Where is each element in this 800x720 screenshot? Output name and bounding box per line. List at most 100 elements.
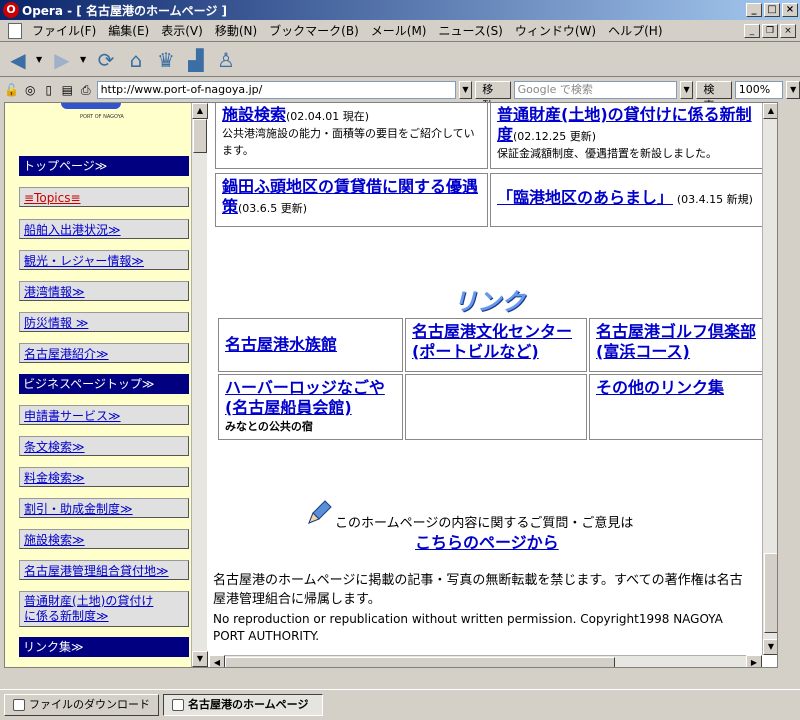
person-icon[interactable]: ♙ <box>214 48 238 72</box>
news-cell-nabeta: 鍋田ふ頭地区の賃貸借に関する優遇策(03.6.5 更新) <box>215 173 488 227</box>
rinko-area-link[interactable]: 「臨港地区のあらまし」 <box>497 188 673 207</box>
menu-navigate[interactable]: 移動(N) <box>209 21 263 41</box>
mdi-minimize-button[interactable]: _ <box>744 23 760 38</box>
nav-ship-status[interactable]: 船舶入出港状況≫ <box>19 219 189 239</box>
nav-port-intro[interactable]: 名古屋港紹介≫ <box>19 343 189 363</box>
nav-fee-search[interactable]: 料金検索≫ <box>19 467 189 487</box>
reload-icon[interactable]: ⟳ <box>94 48 118 72</box>
menu-mail[interactable]: メール(M) <box>365 21 433 41</box>
left-scrollbar[interactable]: ▲ ▼ <box>191 103 208 667</box>
menu-view[interactable]: 表示(V) <box>155 21 209 41</box>
lock-icon[interactable]: 🔓 <box>4 82 20 98</box>
page-tab-bar: ファイルのダウンロード 名古屋港のホームページ <box>0 689 800 720</box>
aquarium-link[interactable]: 名古屋港水族館 <box>225 335 337 354</box>
links-heading: リンク集 <box>453 288 525 351</box>
menu-bar: ファイル(F) 編集(E) 表示(V) 移動(N) ブックマーク(B) メール(… <box>0 20 800 42</box>
right-scrollbar[interactable]: ▲ ▼ <box>762 103 777 655</box>
menu-news[interactable]: ニュース(S) <box>432 21 508 41</box>
news-cell-facility: 施設検索(02.04.01 現在) 公共港湾施設の能力・面積等の要目をご紹介して… <box>215 103 488 169</box>
left-scroll-thumb[interactable] <box>193 119 207 153</box>
hotlist-icon[interactable]: ♛ <box>154 48 178 72</box>
nav-leased-land[interactable]: 名古屋港管理組合貸付地≫ <box>19 560 189 580</box>
scroll-up-icon[interactable]: ▲ <box>192 103 208 119</box>
home-icon[interactable]: ⌂ <box>124 48 148 72</box>
copyright-en: No reproduction or republication without… <box>213 612 723 643</box>
nav-business-top[interactable]: ビジネスページトップ≫ <box>19 374 189 394</box>
news-cell-rinko: 「臨港地区のあらまし」 (03.4.15 新規) <box>490 173 762 227</box>
nav-links[interactable]: リンク集≫ <box>19 637 189 657</box>
mdi-restore-button[interactable]: ❐ <box>762 23 778 38</box>
nav-topics[interactable]: ≡Topics≡ <box>19 187 189 207</box>
tab-download[interactable]: ファイルのダウンロード <box>4 694 159 716</box>
harbor-lodge-link[interactable]: ハーバーロッジなごや(名古屋船員会館) <box>225 378 385 417</box>
page-viewport: PORT OF NAGOYA トップページ≫ ≡Topics≡ 船舶入出港状況≫… <box>4 102 778 668</box>
nav-facility-search[interactable]: 施設検索≫ <box>19 529 189 549</box>
print-icon[interactable]: ▟ <box>184 48 208 72</box>
link-cell-culture-center: 名古屋港文化センター(ポートビルなど) <box>405 318 587 372</box>
facility-search-link[interactable]: 施設検索 <box>222 105 286 124</box>
url-input[interactable]: http://www.port-of-nagoya.jp/ <box>96 81 456 99</box>
right-scroll-down-icon[interactable]: ▼ <box>763 639 777 655</box>
scroll-down-icon[interactable]: ▼ <box>192 651 208 667</box>
horizontal-scrollbar[interactable]: ◀ ▶ <box>209 655 762 667</box>
document-icon <box>8 22 22 39</box>
contact-page-link[interactable]: こちらのページから <box>415 529 559 553</box>
right-scroll-thumb[interactable] <box>764 553 777 633</box>
opera-logo-icon: O <box>3 2 19 18</box>
nav-application-service[interactable]: 申請書サービス≫ <box>19 405 189 425</box>
search-input[interactable]: Google で検索 <box>513 81 677 99</box>
menu-window[interactable]: ウィンドウ(W) <box>509 21 602 41</box>
nav-top-page[interactable]: トップページ≫ <box>19 156 189 176</box>
news-cell-lease: 普通財産(土地)の貸付けに係る新制度(02.12.25 更新) 保証金減額制度、… <box>490 103 762 169</box>
link-cell-harbor-lodge: ハーバーロッジなごや(名古屋船員会館) みなとの公共の宿 <box>218 374 403 440</box>
pencil-icon <box>305 499 333 527</box>
mdi-close-button[interactable]: × <box>780 23 796 38</box>
menu-help[interactable]: ヘルプ(H) <box>602 21 668 41</box>
left-nav-frame: PORT OF NAGOYA トップページ≫ ≡Topics≡ 船舶入出港状況≫… <box>5 103 191 667</box>
search-dropdown-icon[interactable]: ▼ <box>679 81 694 99</box>
link-cell-golf-club: 名古屋港ゴルフ倶楽部(富浜コース) <box>589 318 762 372</box>
zoom-dropdown-icon[interactable]: ▼ <box>786 81 800 99</box>
nav-port-info[interactable]: 港湾情報≫ <box>19 281 189 301</box>
golf-club-link[interactable]: 名古屋港ゴルフ倶楽部(富浜コース) <box>596 322 756 361</box>
go-button[interactable]: 移動 <box>475 81 511 112</box>
close-button[interactable]: × <box>782 3 798 17</box>
copyright-jp: 名古屋港のホームページに掲載の記事・写真の無断転載を禁じます。すべての著作権は名… <box>213 573 743 607</box>
nav-new-lease-system[interactable]: 普通財産(土地)の貸付け に係る新制度≫ <box>19 591 189 627</box>
main-toolbar: ◀ ▼ ▶ ▼ ⟳ ⌂ ♛ ▟ ♙ <box>0 43 800 77</box>
nav-disaster-info[interactable]: 防災情報 ≫ <box>19 312 189 332</box>
menu-file[interactable]: ファイル(F) <box>26 21 102 41</box>
download-icon <box>13 699 25 711</box>
nav-discount[interactable]: 割引・助成金制度≫ <box>19 498 189 518</box>
horizontal-scroll-thumb[interactable] <box>225 657 615 667</box>
document-info-icon[interactable]: ▤ <box>60 82 76 98</box>
right-scroll-up-icon[interactable]: ▲ <box>763 103 777 119</box>
print-small-icon[interactable]: ⎙ <box>78 82 94 98</box>
address-bar: 🔓 ◎ ▯ ▤ ⎙ http://www.port-of-nagoya.jp/ … <box>0 79 800 112</box>
maximize-button[interactable]: □ <box>764 3 780 17</box>
nav-tourism[interactable]: 観光・レジャー情報≫ <box>19 250 189 270</box>
forward-icon[interactable]: ▶ <box>50 48 74 72</box>
minimize-button[interactable]: _ <box>746 3 762 17</box>
port-logo: PORT OF NAGOYA <box>55 103 135 123</box>
back-history-icon[interactable]: ▼ <box>36 55 44 64</box>
title-bar: O Opera - [ 名古屋港のホームページ ] _ □ × <box>0 0 800 20</box>
page-tab-icon <box>172 699 184 711</box>
url-dropdown-icon[interactable]: ▼ <box>458 81 473 99</box>
wand-icon[interactable]: ◎ <box>23 82 39 98</box>
menu-bookmarks[interactable]: ブックマーク(B) <box>263 21 365 41</box>
menu-edit[interactable]: 編集(E) <box>102 21 155 41</box>
other-links-link[interactable]: その他のリンク集 <box>596 378 724 397</box>
page-icon[interactable]: ▯ <box>41 82 57 98</box>
nav-article-search[interactable]: 条文検索≫ <box>19 436 189 456</box>
scroll-left-icon[interactable]: ◀ <box>209 655 225 667</box>
forward-history-icon[interactable]: ▼ <box>80 55 88 64</box>
search-button[interactable]: 検索 <box>696 81 732 112</box>
link-cell-aquarium: 名古屋港水族館 <box>218 318 403 372</box>
scroll-right-icon[interactable]: ▶ <box>746 655 762 667</box>
culture-center-link[interactable]: 名古屋港文化センター(ポートビルなど) <box>412 322 572 361</box>
right-content-frame: 施設検索(02.04.01 現在) 公共港湾施設の能力・面積等の要目をご紹介して… <box>209 103 762 667</box>
zoom-select[interactable]: 100% <box>734 81 784 99</box>
back-icon[interactable]: ◀ <box>6 48 30 72</box>
tab-nagoya-home[interactable]: 名古屋港のホームページ <box>163 694 323 716</box>
